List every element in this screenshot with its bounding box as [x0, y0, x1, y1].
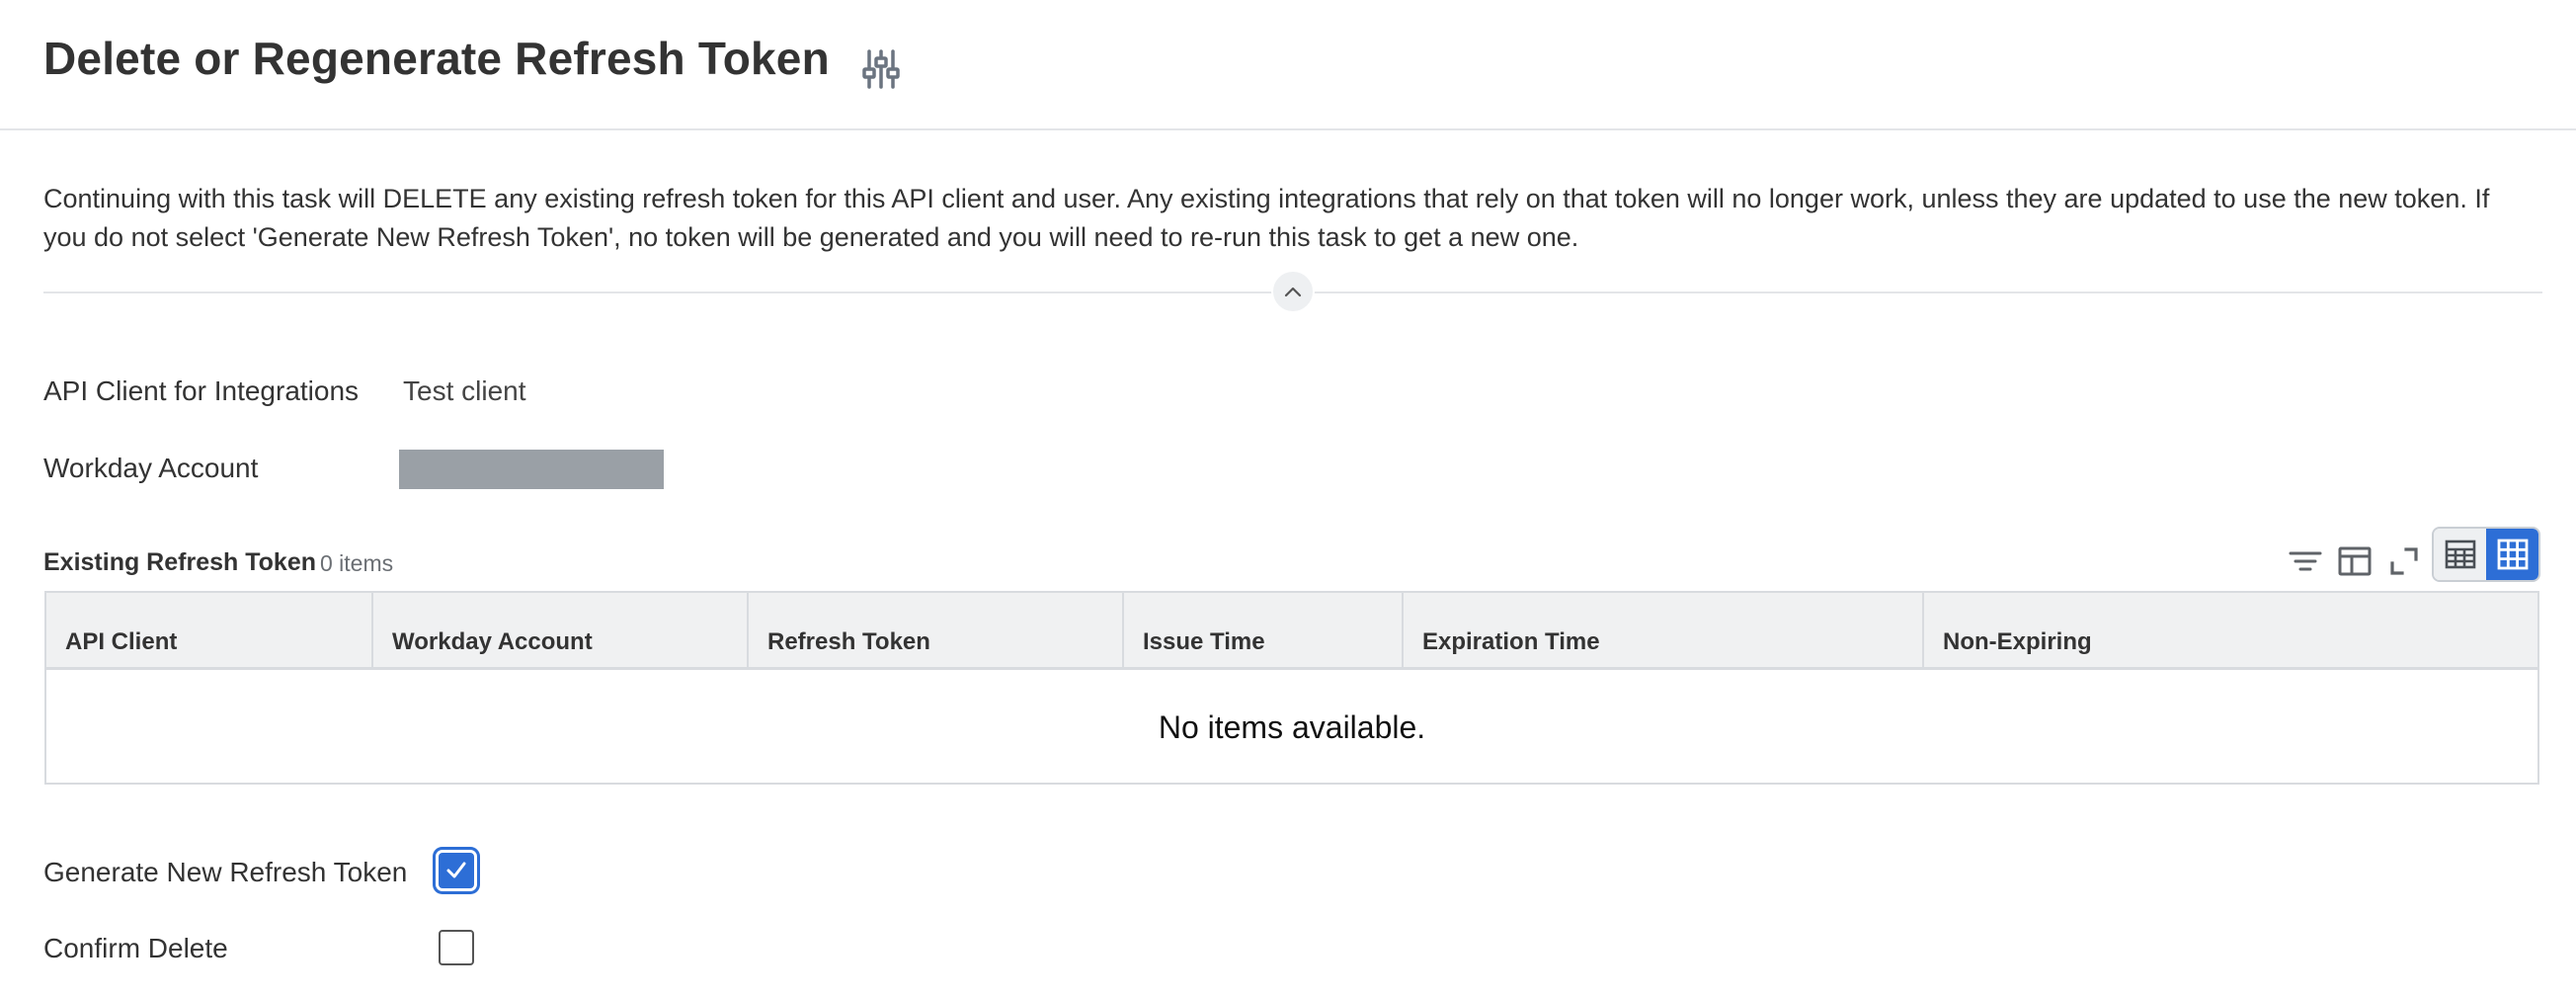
grid-title: Existing Refresh Token: [43, 548, 316, 576]
workday-account-redacted-value: [399, 450, 664, 489]
empty-table-message: No items available.: [1158, 708, 1426, 745]
page-header: Delete or Regenerate Refresh Token: [0, 0, 2576, 130]
related-actions-sliders-icon: [862, 49, 900, 89]
table-view-icon: [2445, 540, 2475, 569]
column-header-issue-time[interactable]: Issue Time: [1124, 593, 1404, 667]
columns-button[interactable]: [2335, 541, 2375, 581]
table-header-row: API Client Workday Account Refresh Token…: [46, 593, 2537, 670]
confirm-delete-label: Confirm Delete: [43, 933, 228, 963]
view-toggle: [2432, 527, 2540, 582]
api-client-value: Test client: [403, 375, 526, 406]
fullscreen-icon: [2390, 547, 2418, 575]
refresh-token-table: API Client Workday Account Refresh Token…: [44, 591, 2539, 785]
column-header-workday-account[interactable]: Workday Account: [373, 593, 749, 667]
api-client-label: API Client for Integrations: [43, 375, 360, 406]
filter-icon: [2289, 551, 2322, 571]
grid-item-count: 0 items: [320, 550, 394, 576]
filter-button[interactable]: [2286, 541, 2325, 581]
column-header-expiration-time[interactable]: Expiration Time: [1404, 593, 1924, 667]
column-header-refresh-token[interactable]: Refresh Token: [749, 593, 1124, 667]
grid-view-button[interactable]: [2486, 529, 2538, 580]
chevron-up-icon: [1284, 287, 1302, 297]
column-header-api-client[interactable]: API Client: [46, 593, 373, 667]
grid-view-icon: [2497, 539, 2528, 570]
table-view-button[interactable]: [2434, 529, 2486, 580]
checkmark-icon: [446, 862, 466, 878]
generate-new-refresh-token-checkbox[interactable]: [439, 853, 474, 888]
collapse-instructions-button[interactable]: [1271, 270, 1315, 313]
confirm-delete-checkbox[interactable]: [439, 930, 474, 965]
columns-icon: [2338, 546, 2372, 576]
related-actions-button[interactable]: [857, 45, 905, 93]
workday-account-label: Workday Account: [43, 453, 259, 483]
instructions-text: Continuing with this task will DELETE an…: [43, 184, 2490, 252]
column-header-non-expiring[interactable]: Non-Expiring: [1924, 593, 2537, 667]
page-title: Delete or Regenerate Refresh Token: [43, 33, 830, 84]
fullscreen-button[interactable]: [2384, 541, 2424, 581]
generate-new-refresh-token-label: Generate New Refresh Token: [43, 857, 408, 887]
